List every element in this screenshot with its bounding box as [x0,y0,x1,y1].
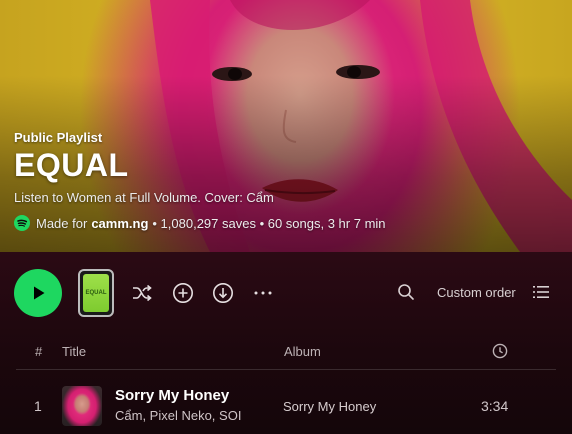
list-icon [533,286,549,298]
header-album[interactable]: Album [284,344,321,359]
playlist-header: Public Playlist EQUAL Listen to Women at… [14,130,386,231]
more-options-button[interactable] [252,282,274,304]
download-button[interactable] [212,282,234,304]
sort-order-button[interactable]: Custom order [437,285,516,300]
header-duration[interactable] [492,343,508,362]
track-artists[interactable]: Cẩm, Pixel Neko, SOI [115,408,241,423]
thumbnail-label: EQUAL [83,274,109,312]
playlist-cover-banner: Public Playlist EQUAL Listen to Women at… [0,0,572,252]
made-for-label: Made for [36,215,88,231]
playlist-title: EQUAL [14,147,129,183]
table-row[interactable]: 1 Sorry My Honey Cẩm, Pixel Neko, SOI So… [0,382,572,430]
track-number: 1 [34,398,42,414]
header-divider [16,369,556,370]
playlist-type-label: Public Playlist [14,130,103,145]
search-icon [398,284,414,300]
track-album-art [62,386,102,426]
playlist-owner-link[interactable]: camm.ng [91,216,148,231]
playlist-stats: • 1,080,297 saves • 60 songs, 3 hr 7 min [152,215,386,231]
playlist-thumbnail-button[interactable]: EQUAL [78,269,114,317]
header-number: # [35,344,43,359]
add-circle-icon [173,283,193,303]
clock-icon [492,343,508,359]
add-to-library-button[interactable] [172,282,194,304]
more-icon [254,291,272,295]
track-duration: 3:34 [481,398,509,414]
playlist-meta: Made for camm.ng • 1,080,297 saves • 60 … [14,215,386,231]
play-icon [34,286,45,300]
playlist-description: Listen to Women at Full Volume. Cover: C… [14,190,274,205]
track-table-header: # Title Album [0,342,572,370]
search-in-playlist-button[interactable] [396,282,416,302]
playlist-content: EQUAL Custom order # Title Album 1 Sorry… [0,252,572,434]
track-title[interactable]: Sorry My Honey [115,387,229,404]
shuffle-icon [133,284,152,302]
shuffle-button[interactable] [131,282,153,304]
track-album[interactable]: Sorry My Honey [283,399,376,414]
play-button[interactable] [14,269,62,317]
view-list-button[interactable] [533,284,549,300]
header-title[interactable]: Title [62,344,86,359]
spotify-logo [14,215,30,231]
download-icon [213,283,233,303]
